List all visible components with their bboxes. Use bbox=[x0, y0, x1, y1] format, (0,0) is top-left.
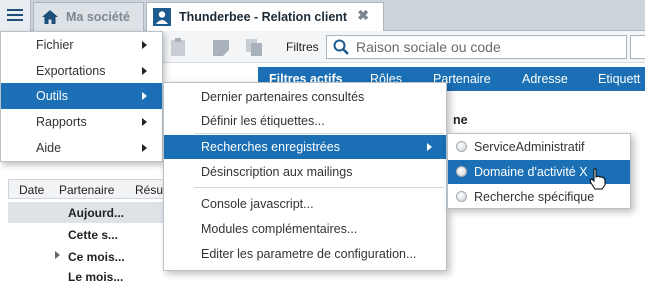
menu-item-outils[interactable]: Outils bbox=[1, 83, 162, 109]
menu-item-console-javascript[interactable]: Console javascript... bbox=[164, 192, 446, 216]
table-row[interactable]: Aujourd... bbox=[8, 202, 168, 223]
menu-item-definir-etiquettes[interactable]: Définir les étiquettes... bbox=[164, 109, 446, 133]
menu-item-label: Désinscription aux mailings bbox=[201, 165, 353, 179]
hamburger-menu-icon[interactable] bbox=[0, 0, 31, 31]
copy-icon[interactable] bbox=[244, 37, 264, 57]
chevron-right-icon bbox=[142, 144, 147, 152]
menu-item-exportations[interactable]: Exportations bbox=[1, 58, 162, 84]
menu-item-label: Recherches enregistrées bbox=[201, 140, 340, 154]
menu-separator bbox=[194, 187, 444, 188]
menu-item-label: Exportations bbox=[36, 64, 106, 78]
expand-arrow-icon[interactable] bbox=[55, 251, 60, 259]
search-options-button[interactable] bbox=[630, 35, 645, 59]
search-field[interactable] bbox=[326, 35, 627, 59]
chevron-right-icon bbox=[427, 143, 432, 151]
note-icon[interactable] bbox=[211, 37, 231, 57]
tab-company-label: Ma société bbox=[66, 10, 130, 24]
menu-item-aide[interactable]: Aide bbox=[1, 135, 162, 161]
table-row[interactable]: Cette s... bbox=[8, 224, 168, 245]
menu-item-label: Aide bbox=[36, 141, 62, 155]
chevron-right-icon bbox=[142, 41, 147, 49]
tab-thunderbee-label: Thunderbee - Relation client bbox=[179, 10, 348, 24]
tab-company[interactable]: Ma société bbox=[33, 2, 144, 31]
menu-item-modules[interactable]: Modules complémentaires... bbox=[164, 217, 446, 241]
tab-adresse[interactable]: Adresse bbox=[522, 72, 568, 86]
chevron-right-icon bbox=[142, 92, 147, 100]
menu-item-label: Console javascript... bbox=[201, 197, 314, 211]
grid-header: Date Partenaire Résu bbox=[8, 179, 168, 199]
menu-item-desinscription[interactable]: Désinscription aux mailings bbox=[164, 160, 446, 184]
menu-item-editer-config[interactable]: Editer les parametre de configuration... bbox=[164, 242, 446, 266]
saved-search-service-administratif[interactable]: ServiceAdministratif bbox=[448, 135, 630, 159]
menu-item-rapports[interactable]: Rapports bbox=[1, 109, 162, 135]
row-label: Le mois... bbox=[68, 270, 124, 284]
tab-bar: Ma société Thunderbee - Relation client … bbox=[0, 0, 645, 31]
main-menu: Fichier Exportations Outils Rapports Aid… bbox=[0, 31, 163, 162]
row-label: Ce mois... bbox=[68, 250, 125, 264]
radio-icon bbox=[456, 166, 467, 177]
table-row[interactable]: Le mois... bbox=[8, 268, 168, 289]
contact-icon bbox=[153, 8, 171, 26]
chevron-right-icon bbox=[142, 118, 147, 126]
menu-item-recherches-enregistrees[interactable]: Recherches enregistrées bbox=[164, 135, 446, 159]
row-label: Aujourd... bbox=[68, 206, 124, 220]
menu-separator bbox=[194, 133, 444, 134]
close-icon[interactable]: ✖ bbox=[357, 7, 369, 24]
column-date[interactable]: Date bbox=[19, 183, 44, 197]
filters-label: Filtres bbox=[286, 40, 319, 54]
menu-item-label: Fichier bbox=[36, 38, 74, 52]
home-icon bbox=[42, 10, 58, 24]
radio-icon bbox=[456, 141, 467, 152]
background-label: ne bbox=[453, 113, 468, 127]
menu-item-label: Dernier partenaires consultés bbox=[201, 90, 365, 104]
column-resume[interactable]: Résu bbox=[135, 183, 163, 197]
clipboard-icon[interactable] bbox=[168, 37, 188, 57]
tools-submenu: Dernier partenaires consultés Définir le… bbox=[163, 82, 447, 271]
tab-etiquettes[interactable]: Etiquett bbox=[598, 72, 640, 86]
row-label: Cette s... bbox=[68, 228, 119, 242]
menu-item-label: Domaine d'activité X bbox=[474, 165, 588, 179]
menu-item-label: Outils bbox=[36, 89, 68, 103]
search-input[interactable] bbox=[356, 39, 616, 55]
chevron-right-icon bbox=[142, 67, 147, 75]
radio-icon bbox=[456, 191, 467, 202]
table-row[interactable]: Ce mois... bbox=[8, 246, 168, 267]
menu-item-dernier-partenaires[interactable]: Dernier partenaires consultés bbox=[164, 85, 446, 109]
search-icon bbox=[333, 39, 349, 55]
menu-item-label: Rapports bbox=[36, 115, 87, 129]
menu-item-fichier[interactable]: Fichier bbox=[1, 32, 162, 58]
menu-item-label: Editer les parametre de configuration... bbox=[201, 247, 417, 261]
tab-thunderbee[interactable]: Thunderbee - Relation client ✖ bbox=[146, 2, 384, 31]
menu-item-label: ServiceAdministratif bbox=[474, 140, 585, 154]
column-partenaire[interactable]: Partenaire bbox=[59, 183, 114, 197]
menu-item-label: Définir les étiquettes... bbox=[201, 114, 325, 128]
menu-item-label: Recherche spécifique bbox=[474, 190, 595, 204]
menu-item-label: Modules complémentaires... bbox=[201, 222, 358, 236]
hand-cursor-icon bbox=[589, 168, 606, 190]
